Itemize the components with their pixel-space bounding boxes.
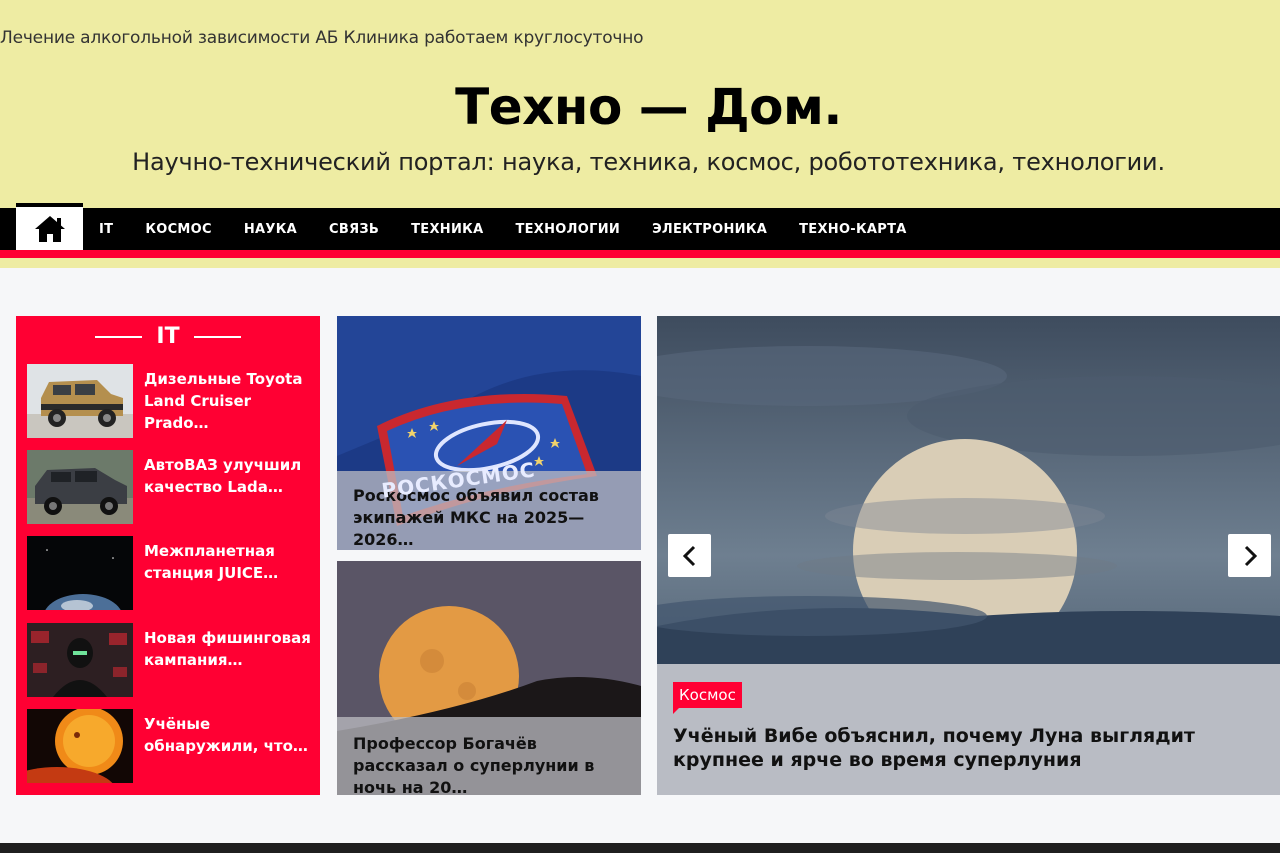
nav-items: IT Космос Наука Связь Техника Технологии… bbox=[83, 208, 923, 250]
nav-item-kosmos[interactable]: Космос bbox=[129, 222, 228, 237]
list-item[interactable]: Межпланетная станция JUICE… bbox=[27, 536, 317, 610]
thumbnail-car[interactable] bbox=[27, 450, 133, 524]
card-title[interactable]: Профессор Богачёв рассказал о суперлунии… bbox=[353, 733, 625, 795]
nav-item-tehnologii[interactable]: Технологии bbox=[499, 222, 636, 237]
slider-next-button[interactable] bbox=[1228, 534, 1271, 577]
featured-slider[interactable]: Космос Учёный Вибе объяснил, почему Луна… bbox=[657, 316, 1280, 795]
list-item-title[interactable]: Дизельные Toyota Land Cruiser Prado… bbox=[144, 368, 314, 434]
nav-item-elektronika[interactable]: Электроника bbox=[636, 222, 783, 237]
chevron-right-icon bbox=[1244, 545, 1257, 566]
nav-home-button[interactable] bbox=[16, 203, 83, 250]
home-icon bbox=[34, 215, 65, 242]
top-promo-link[interactable]: Лечение алкогольной зависимости АБ Клини… bbox=[0, 28, 644, 48]
list-item[interactable]: Учёные обнаружили, что… bbox=[27, 709, 317, 783]
slider-prev-button[interactable] bbox=[668, 534, 711, 577]
news-card[interactable]: Роскосмос объявил состав экипажей МКС на… bbox=[337, 316, 641, 550]
thumbnail-sun[interactable] bbox=[27, 709, 133, 783]
nav-accent-line bbox=[0, 250, 1280, 258]
nav-item-nauka[interactable]: Наука bbox=[228, 222, 313, 237]
nav-item-tehnika[interactable]: Техника bbox=[395, 222, 499, 237]
list-item-title[interactable]: Новая фишинговая кампания… bbox=[144, 627, 314, 671]
slide-caption: Космос Учёный Вибе объяснил, почему Луна… bbox=[657, 664, 1280, 795]
heading-line-left bbox=[95, 335, 143, 338]
slide-title[interactable]: Учёный Вибе объяснил, почему Луна выгляд… bbox=[673, 724, 1264, 772]
site-tagline: Научно-технический портал: наука, техник… bbox=[132, 148, 1165, 176]
card-caption: Профессор Богачёв рассказал о суперлунии… bbox=[337, 717, 641, 795]
nav-item-svyaz[interactable]: Связь bbox=[313, 222, 395, 237]
category-badge[interactable]: Космос bbox=[673, 682, 742, 714]
it-category-panel: IT Дизельные Toyota Land Cruiser Prado… bbox=[16, 316, 320, 795]
heading-line-right bbox=[193, 335, 241, 338]
list-item[interactable]: Дизельные Toyota Land Cruiser Prado… bbox=[27, 364, 317, 438]
news-card[interactable]: Профессор Богачёв рассказал о суперлунии… bbox=[337, 561, 641, 795]
nav-item-it[interactable]: IT bbox=[83, 222, 129, 237]
thumbnail-car[interactable] bbox=[27, 364, 133, 438]
chevron-left-icon bbox=[682, 545, 695, 566]
list-item-title[interactable]: Межпланетная станция JUICE… bbox=[144, 540, 314, 584]
nav-item-tehno-karta[interactable]: Техно-карта bbox=[783, 222, 923, 237]
thumbnail-phishing[interactable] bbox=[27, 623, 133, 697]
list-item[interactable]: АвтоВАЗ улучшил качество Lada… bbox=[27, 450, 317, 524]
panel-heading: IT bbox=[16, 324, 320, 349]
thumbnail-space[interactable] bbox=[27, 536, 133, 610]
panel-title-text[interactable]: IT bbox=[156, 324, 179, 349]
list-item-title[interactable]: Учёные обнаружили, что… bbox=[144, 713, 314, 757]
list-item-title[interactable]: АвтоВАЗ улучшил качество Lada… bbox=[144, 454, 314, 498]
footer-bar bbox=[0, 843, 1280, 853]
site-title[interactable]: Техно — Дом. bbox=[0, 78, 1280, 136]
list-item[interactable]: Новая фишинговая кампания… bbox=[27, 623, 317, 697]
